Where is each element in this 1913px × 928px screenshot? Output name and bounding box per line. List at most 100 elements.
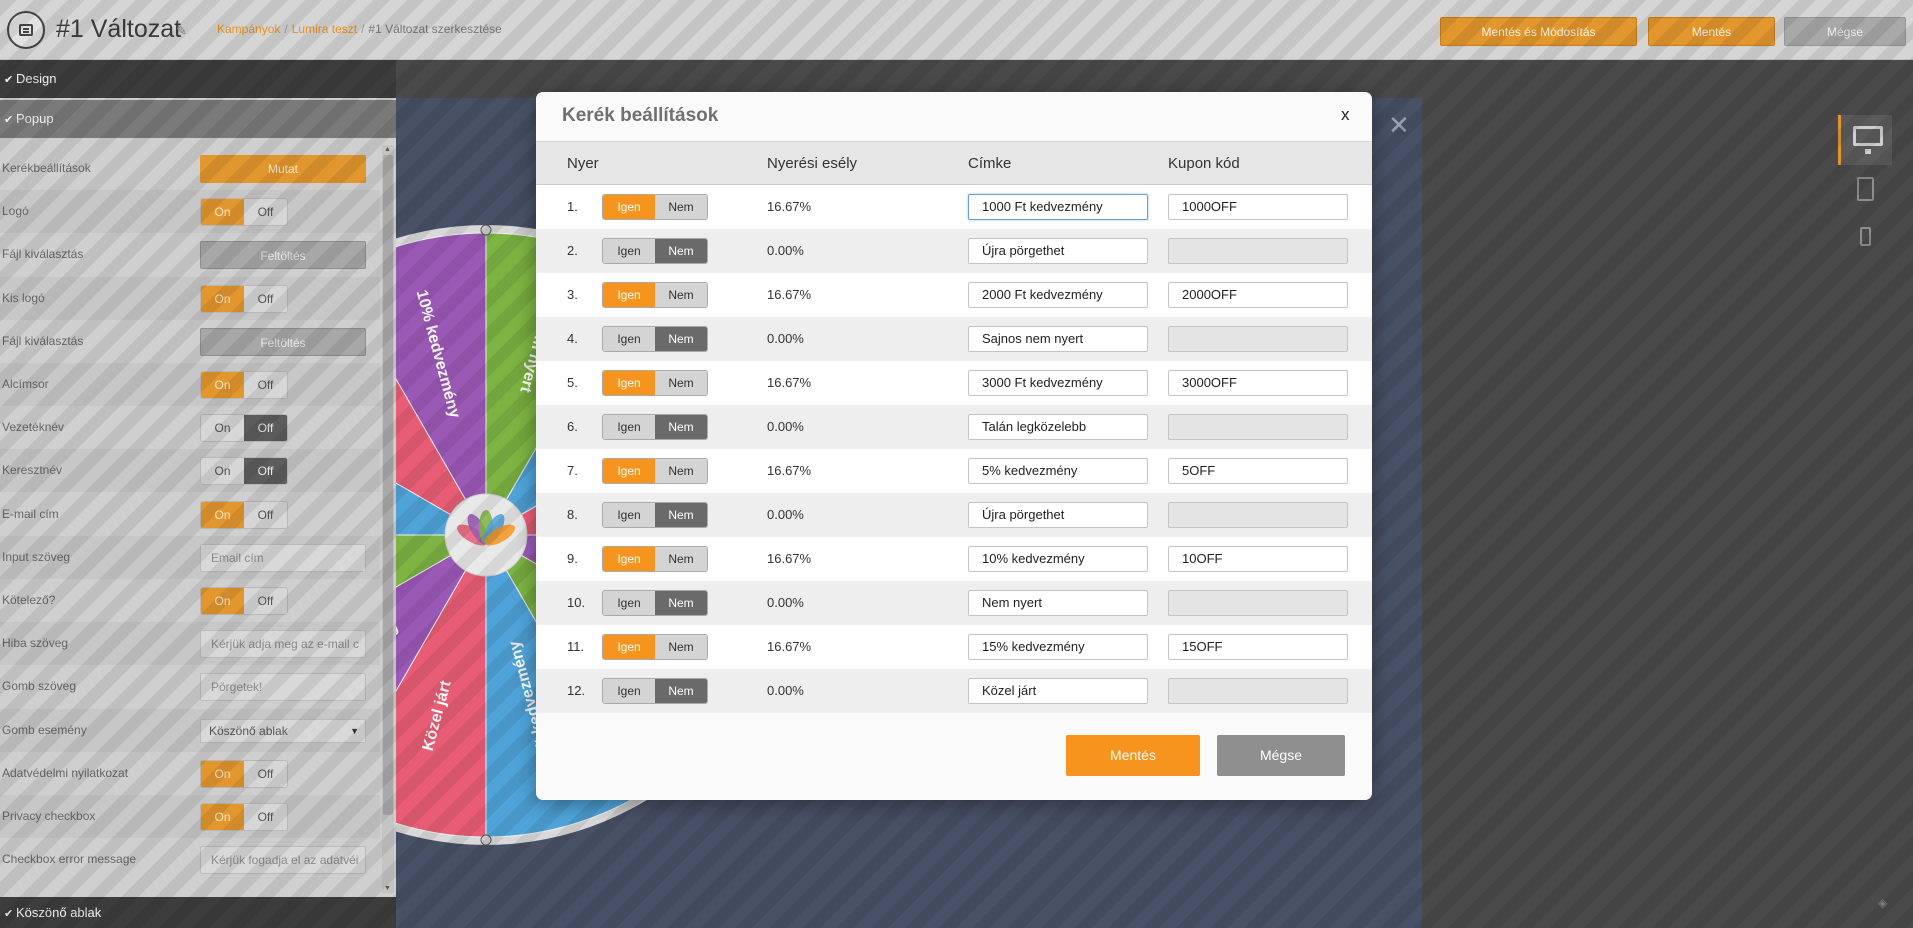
modal-save-button[interactable]: Mentés	[1066, 735, 1200, 776]
on-off-toggle[interactable]: On Off	[200, 760, 288, 788]
win-yes-option[interactable]: Igen	[603, 591, 655, 615]
toggle-off[interactable]: Off	[244, 415, 287, 441]
win-yes-option[interactable]: Igen	[603, 459, 655, 483]
win-toggle[interactable]: Igen Nem	[602, 458, 708, 484]
win-yes-option[interactable]: Igen	[603, 415, 655, 439]
scroll-up-icon[interactable]: ▲	[384, 146, 391, 153]
modal-cancel-button[interactable]: Mégse	[1217, 735, 1345, 776]
win-yes-option[interactable]: Igen	[603, 371, 655, 395]
label-input[interactable]: 3000 Ft kedvezmény	[968, 370, 1148, 396]
on-off-toggle[interactable]: On Off	[200, 587, 288, 615]
toggle-on[interactable]: On	[201, 372, 244, 398]
label-input[interactable]: 5% kedvezmény	[968, 458, 1148, 484]
scroll-down-icon[interactable]: ▼	[384, 885, 391, 892]
text-input[interactable]: Kérjük fogadja el az adatvéi	[200, 846, 366, 874]
coupon-input[interactable]: 15OFF	[1168, 634, 1348, 660]
on-off-toggle[interactable]: On Off	[200, 198, 288, 226]
section-thanks[interactable]: ✔ Köszönő ablak	[0, 897, 396, 928]
win-toggle[interactable]: Igen Nem	[602, 590, 708, 616]
pencil-icon[interactable]: ✎	[176, 23, 190, 38]
win-no-option[interactable]: Nem	[655, 239, 707, 263]
save-button[interactable]: Mentés	[1648, 17, 1775, 46]
win-no-option[interactable]: Nem	[655, 371, 707, 395]
upload-button[interactable]: Feltöltés	[200, 241, 366, 269]
win-toggle[interactable]: Igen Nem	[602, 678, 708, 704]
device-mobile[interactable]	[1838, 215, 1892, 265]
win-toggle[interactable]: Igen Nem	[602, 414, 708, 440]
win-yes-option[interactable]: Igen	[603, 239, 655, 263]
win-toggle[interactable]: Igen Nem	[602, 282, 708, 308]
coupon-input[interactable]	[1168, 414, 1348, 440]
coupon-input[interactable]	[1168, 678, 1348, 704]
win-no-option[interactable]: Nem	[655, 459, 707, 483]
win-toggle[interactable]: Igen Nem	[602, 370, 708, 396]
breadcrumb-campaigns[interactable]: Kampányok	[217, 22, 280, 36]
cancel-button[interactable]: Mégse	[1784, 17, 1906, 46]
breadcrumb-campaign[interactable]: Lumira teszt	[292, 22, 357, 36]
coupon-input[interactable]: 10OFF	[1168, 546, 1348, 572]
button-event-select[interactable]: Köszönő ablak ▼	[200, 719, 366, 743]
coupon-input[interactable]: 2000OFF	[1168, 282, 1348, 308]
toggle-on[interactable]: On	[201, 761, 244, 787]
label-input[interactable]: Újra pörgethet	[968, 238, 1148, 264]
toggle-on[interactable]: On	[201, 502, 244, 528]
label-input[interactable]: Talán legközelebb	[968, 414, 1148, 440]
text-input[interactable]: Kérjük adja meg az e-mail c	[200, 630, 366, 658]
win-no-option[interactable]: Nem	[655, 679, 707, 703]
text-input[interactable]: Email cím	[200, 544, 366, 572]
coupon-input[interactable]	[1168, 590, 1348, 616]
win-toggle[interactable]: Igen Nem	[602, 194, 708, 220]
section-design[interactable]: ✔ Design	[0, 60, 396, 98]
win-yes-option[interactable]: Igen	[603, 547, 655, 571]
label-input[interactable]: Nem nyert	[968, 590, 1148, 616]
label-input[interactable]: Közel járt	[968, 678, 1148, 704]
toggle-off[interactable]: Off	[244, 588, 287, 614]
device-tablet[interactable]	[1838, 165, 1892, 215]
toggle-on[interactable]: On	[201, 588, 244, 614]
upload-button[interactable]: Feltöltés	[200, 328, 366, 356]
win-toggle[interactable]: Igen Nem	[602, 546, 708, 572]
toggle-on[interactable]: On	[201, 458, 244, 484]
on-off-toggle[interactable]: On Off	[200, 457, 288, 485]
device-desktop[interactable]	[1838, 115, 1892, 165]
label-input[interactable]: Sajnos nem nyert	[968, 326, 1148, 352]
toggle-off[interactable]: Off	[244, 804, 287, 830]
on-off-toggle[interactable]: On Off	[200, 803, 288, 831]
win-yes-option[interactable]: Igen	[603, 283, 655, 307]
win-toggle[interactable]: Igen Nem	[602, 238, 708, 264]
label-input[interactable]: Újra pörgethet	[968, 502, 1148, 528]
win-toggle[interactable]: Igen Nem	[602, 502, 708, 528]
toggle-off[interactable]: Off	[244, 199, 287, 225]
win-no-option[interactable]: Nem	[655, 283, 707, 307]
win-no-option[interactable]: Nem	[655, 591, 707, 615]
section-popup[interactable]: ✔ Popup	[0, 100, 396, 138]
show-wheel-settings-button[interactable]: Mutat	[200, 155, 366, 183]
modal-close-button[interactable]: x	[1341, 105, 1350, 125]
coupon-input[interactable]	[1168, 502, 1348, 528]
toggle-off[interactable]: Off	[244, 372, 287, 398]
text-input[interactable]: Pörgetek!	[200, 673, 366, 701]
close-icon[interactable]: ✕	[1388, 112, 1410, 138]
win-yes-option[interactable]: Igen	[603, 327, 655, 351]
label-input[interactable]: 10% kedvezmény	[968, 546, 1148, 572]
scroll-thumb[interactable]	[383, 155, 393, 815]
win-no-option[interactable]: Nem	[655, 327, 707, 351]
coupon-input[interactable]: 1000OFF	[1168, 194, 1348, 220]
coupon-input[interactable]	[1168, 326, 1348, 352]
collapse-icon[interactable]: ◈	[1878, 896, 1887, 910]
toggle-off[interactable]: Off	[244, 286, 287, 312]
win-no-option[interactable]: Nem	[655, 503, 707, 527]
win-yes-option[interactable]: Igen	[603, 195, 655, 219]
win-toggle[interactable]: Igen Nem	[602, 634, 708, 660]
win-yes-option[interactable]: Igen	[603, 635, 655, 659]
on-off-toggle[interactable]: On Off	[200, 414, 288, 442]
coupon-input[interactable]	[1168, 238, 1348, 264]
coupon-input[interactable]: 3000OFF	[1168, 370, 1348, 396]
label-input[interactable]: 2000 Ft kedvezmény	[968, 282, 1148, 308]
win-no-option[interactable]: Nem	[655, 195, 707, 219]
label-input[interactable]: 1000 Ft kedvezmény	[968, 194, 1148, 220]
on-off-toggle[interactable]: On Off	[200, 501, 288, 529]
win-no-option[interactable]: Nem	[655, 547, 707, 571]
win-toggle[interactable]: Igen Nem	[602, 326, 708, 352]
toggle-on[interactable]: On	[201, 199, 244, 225]
